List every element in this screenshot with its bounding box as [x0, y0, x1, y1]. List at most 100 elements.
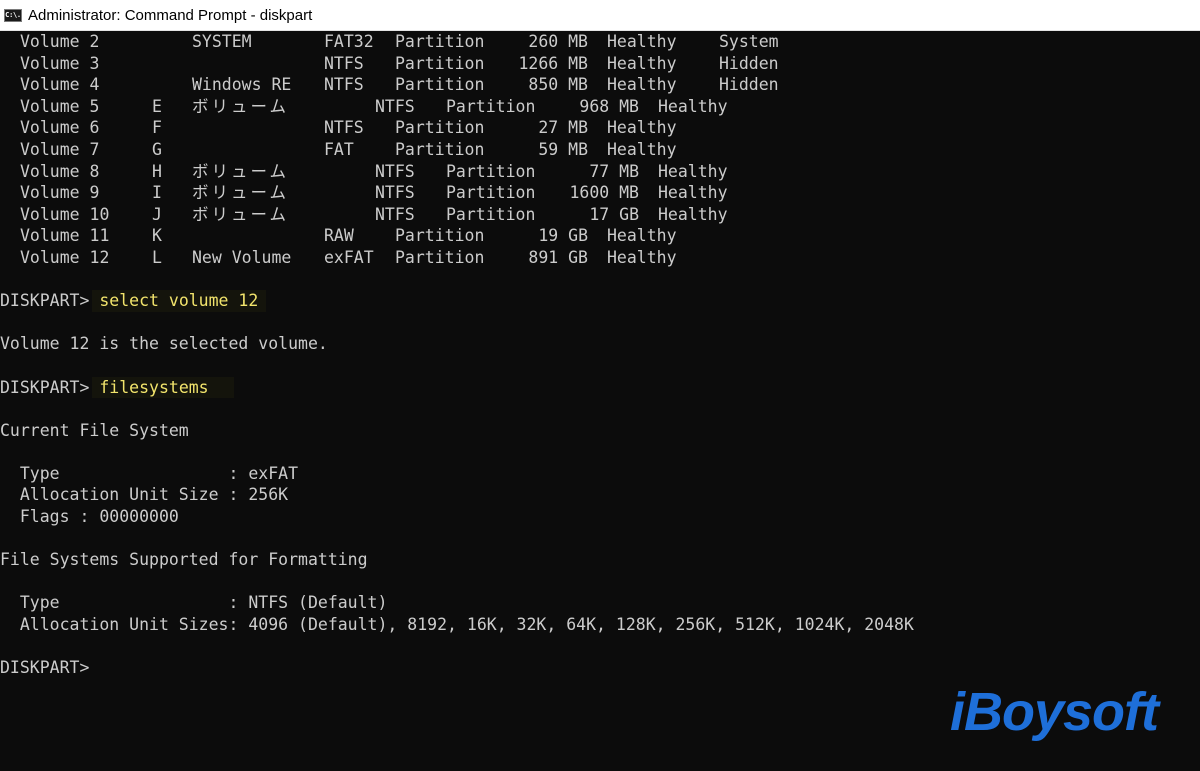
- volume-name: Volume 5: [20, 96, 100, 116]
- volume-label: New Volume: [192, 247, 292, 267]
- volume-status: Healthy: [658, 161, 728, 181]
- final-prompt[interactable]: DISKPART>: [0, 657, 1200, 679]
- volume-row: Volume 2 SYSTEM FAT32 Partition 260 MB Health…: [0, 31, 1200, 53]
- volume-label: SYSTEM: [192, 32, 252, 51]
- supported-type-line: Type : NTFS (Default): [0, 593, 388, 613]
- current-flags-line: Flags : 00000000: [0, 507, 179, 527]
- current-allocation-line: Allocation Unit Size : 256K: [0, 485, 289, 505]
- volume-letter: G: [152, 139, 162, 159]
- title-bar[interactable]: C:\. Administrator: Command Prompt - dis…: [0, 0, 1200, 31]
- volume-filesystem: NTFS: [375, 204, 415, 224]
- volume-name: Volume 6: [20, 118, 100, 138]
- volume-status: Healthy: [658, 183, 728, 203]
- volume-filesystem: FAT: [324, 139, 354, 159]
- volume-name: Volume 9: [20, 183, 100, 203]
- volume-row: Volume 7 G FAT Partition 59 MB Healthy: [0, 139, 1200, 161]
- volume-size: 1266 MB: [518, 53, 588, 73]
- volume-type: Partition: [395, 75, 485, 95]
- volume-type: Partition: [446, 183, 536, 203]
- volume-type: Partition: [395, 226, 485, 246]
- volume-filesystem: exFAT: [324, 247, 374, 267]
- volume-letter: K: [152, 226, 162, 246]
- volume-row: Volume 10 J ボリューム NTFS Partition 17 GB Healthy: [0, 204, 1200, 226]
- volume-size: 850 MB: [528, 75, 588, 95]
- volume-row: Volume 6 F NTFS Partition 27 MB Healthy: [0, 117, 1200, 139]
- volume-size: 17 GB: [589, 204, 639, 224]
- volume-info: Hidden: [719, 53, 779, 73]
- cmd-app-icon: C:\.: [4, 8, 22, 22]
- supported-file-systems-header: File Systems Supported for Formatting: [0, 550, 368, 570]
- volume-filesystem: NTFS: [375, 96, 415, 116]
- volume-info: System: [719, 32, 779, 51]
- command-select-volume: select volume 12: [99, 291, 259, 311]
- volume-filesystem: RAW: [324, 226, 354, 246]
- volume-label: Windows RE: [192, 75, 292, 95]
- volume-name: Volume 2: [20, 32, 100, 51]
- volume-name: Volume 7: [20, 139, 100, 159]
- volume-filesystem: NTFS: [324, 53, 364, 73]
- volume-row: Volume 12 L New Volume exFAT Partition 891 GB…: [0, 247, 1200, 269]
- volume-label: ボリューム: [192, 161, 290, 181]
- volume-type: Partition: [395, 53, 485, 73]
- selected-volume-message: Volume 12 is the selected volume.: [0, 334, 328, 354]
- volume-status: Healthy: [607, 226, 677, 246]
- volume-name: Volume 12: [20, 247, 110, 267]
- volume-label: ボリューム: [192, 204, 290, 224]
- volume-row: Volume 11 K RAW Partition 19 GB Healthy: [0, 225, 1200, 247]
- volume-status: Healthy: [607, 139, 677, 159]
- prompt-select-volume: DISKPART> select volume 12: [0, 290, 1200, 312]
- volume-type: Partition: [446, 96, 536, 116]
- supported-allocation-line: Allocation Unit Sizes: 4096 (Default), 8…: [0, 615, 914, 635]
- console-output[interactable]: Volume 2 SYSTEM FAT32 Partition 260 MB Health…: [0, 31, 1200, 771]
- current-file-system-header: Current File System: [0, 420, 189, 440]
- volume-label: ボリューム: [192, 96, 290, 116]
- volume-row: Volume 8 H ボリューム NTFS Partition 77 MB Healthy: [0, 161, 1200, 183]
- volume-filesystem: NTFS: [324, 118, 364, 138]
- volume-row: Volume 9 I ボリューム NTFS Partition 1600 MB Health…: [0, 182, 1200, 204]
- prompt-text: DISKPART>: [0, 377, 100, 397]
- command-prompt-window: C:\. Administrator: Command Prompt - dis…: [0, 0, 1200, 771]
- prompt-text: DISKPART>: [0, 291, 100, 311]
- volume-letter: E: [152, 96, 162, 116]
- volume-name: Volume 11: [20, 226, 110, 246]
- volume-size: 1600 MB: [569, 183, 639, 203]
- iboysoft-watermark-logo: iBoysoft: [950, 682, 1159, 742]
- volume-status: Healthy: [658, 204, 728, 224]
- current-type-line: Type : exFAT: [0, 463, 299, 483]
- volume-size: 891 GB: [528, 247, 588, 267]
- volume-status: Healthy: [607, 75, 677, 95]
- volume-letter: I: [152, 183, 162, 203]
- volume-type: Partition: [395, 247, 485, 267]
- volume-name: Volume 8: [20, 161, 100, 181]
- volume-status: Healthy: [607, 32, 677, 51]
- volume-filesystem: FAT32: [324, 32, 374, 51]
- volume-label: ボリューム: [192, 183, 290, 203]
- volume-row: Volume 5 E ボリューム NTFS Partition 968 MB Healthy: [0, 96, 1200, 118]
- volume-name: Volume 3: [20, 53, 100, 73]
- volume-size: 19 GB: [538, 226, 588, 246]
- volume-list: Volume 2 SYSTEM FAT32 Partition 260 MB Health…: [0, 31, 1200, 269]
- volume-filesystem: NTFS: [375, 161, 415, 181]
- volume-type: Partition: [446, 161, 536, 181]
- window-title: Administrator: Command Prompt - diskpart: [28, 6, 313, 24]
- volume-status: Healthy: [658, 96, 728, 116]
- command-filesystems: filesystems: [99, 377, 209, 397]
- volume-type: Partition: [395, 139, 485, 159]
- volume-size: 260 MB: [528, 32, 588, 51]
- volume-size: 59 MB: [538, 139, 588, 159]
- volume-type: Partition: [395, 32, 485, 51]
- volume-letter: J: [152, 204, 162, 224]
- volume-name: Volume 4: [20, 75, 100, 95]
- volume-status: Healthy: [607, 118, 677, 138]
- volume-size: 77 MB: [589, 161, 639, 181]
- volume-status: Healthy: [607, 53, 677, 73]
- volume-row: Volume 4 Windows RE NTFS Partition 850 MB Hea…: [0, 74, 1200, 96]
- prompt-filesystems: DISKPART> filesystems: [0, 376, 1200, 399]
